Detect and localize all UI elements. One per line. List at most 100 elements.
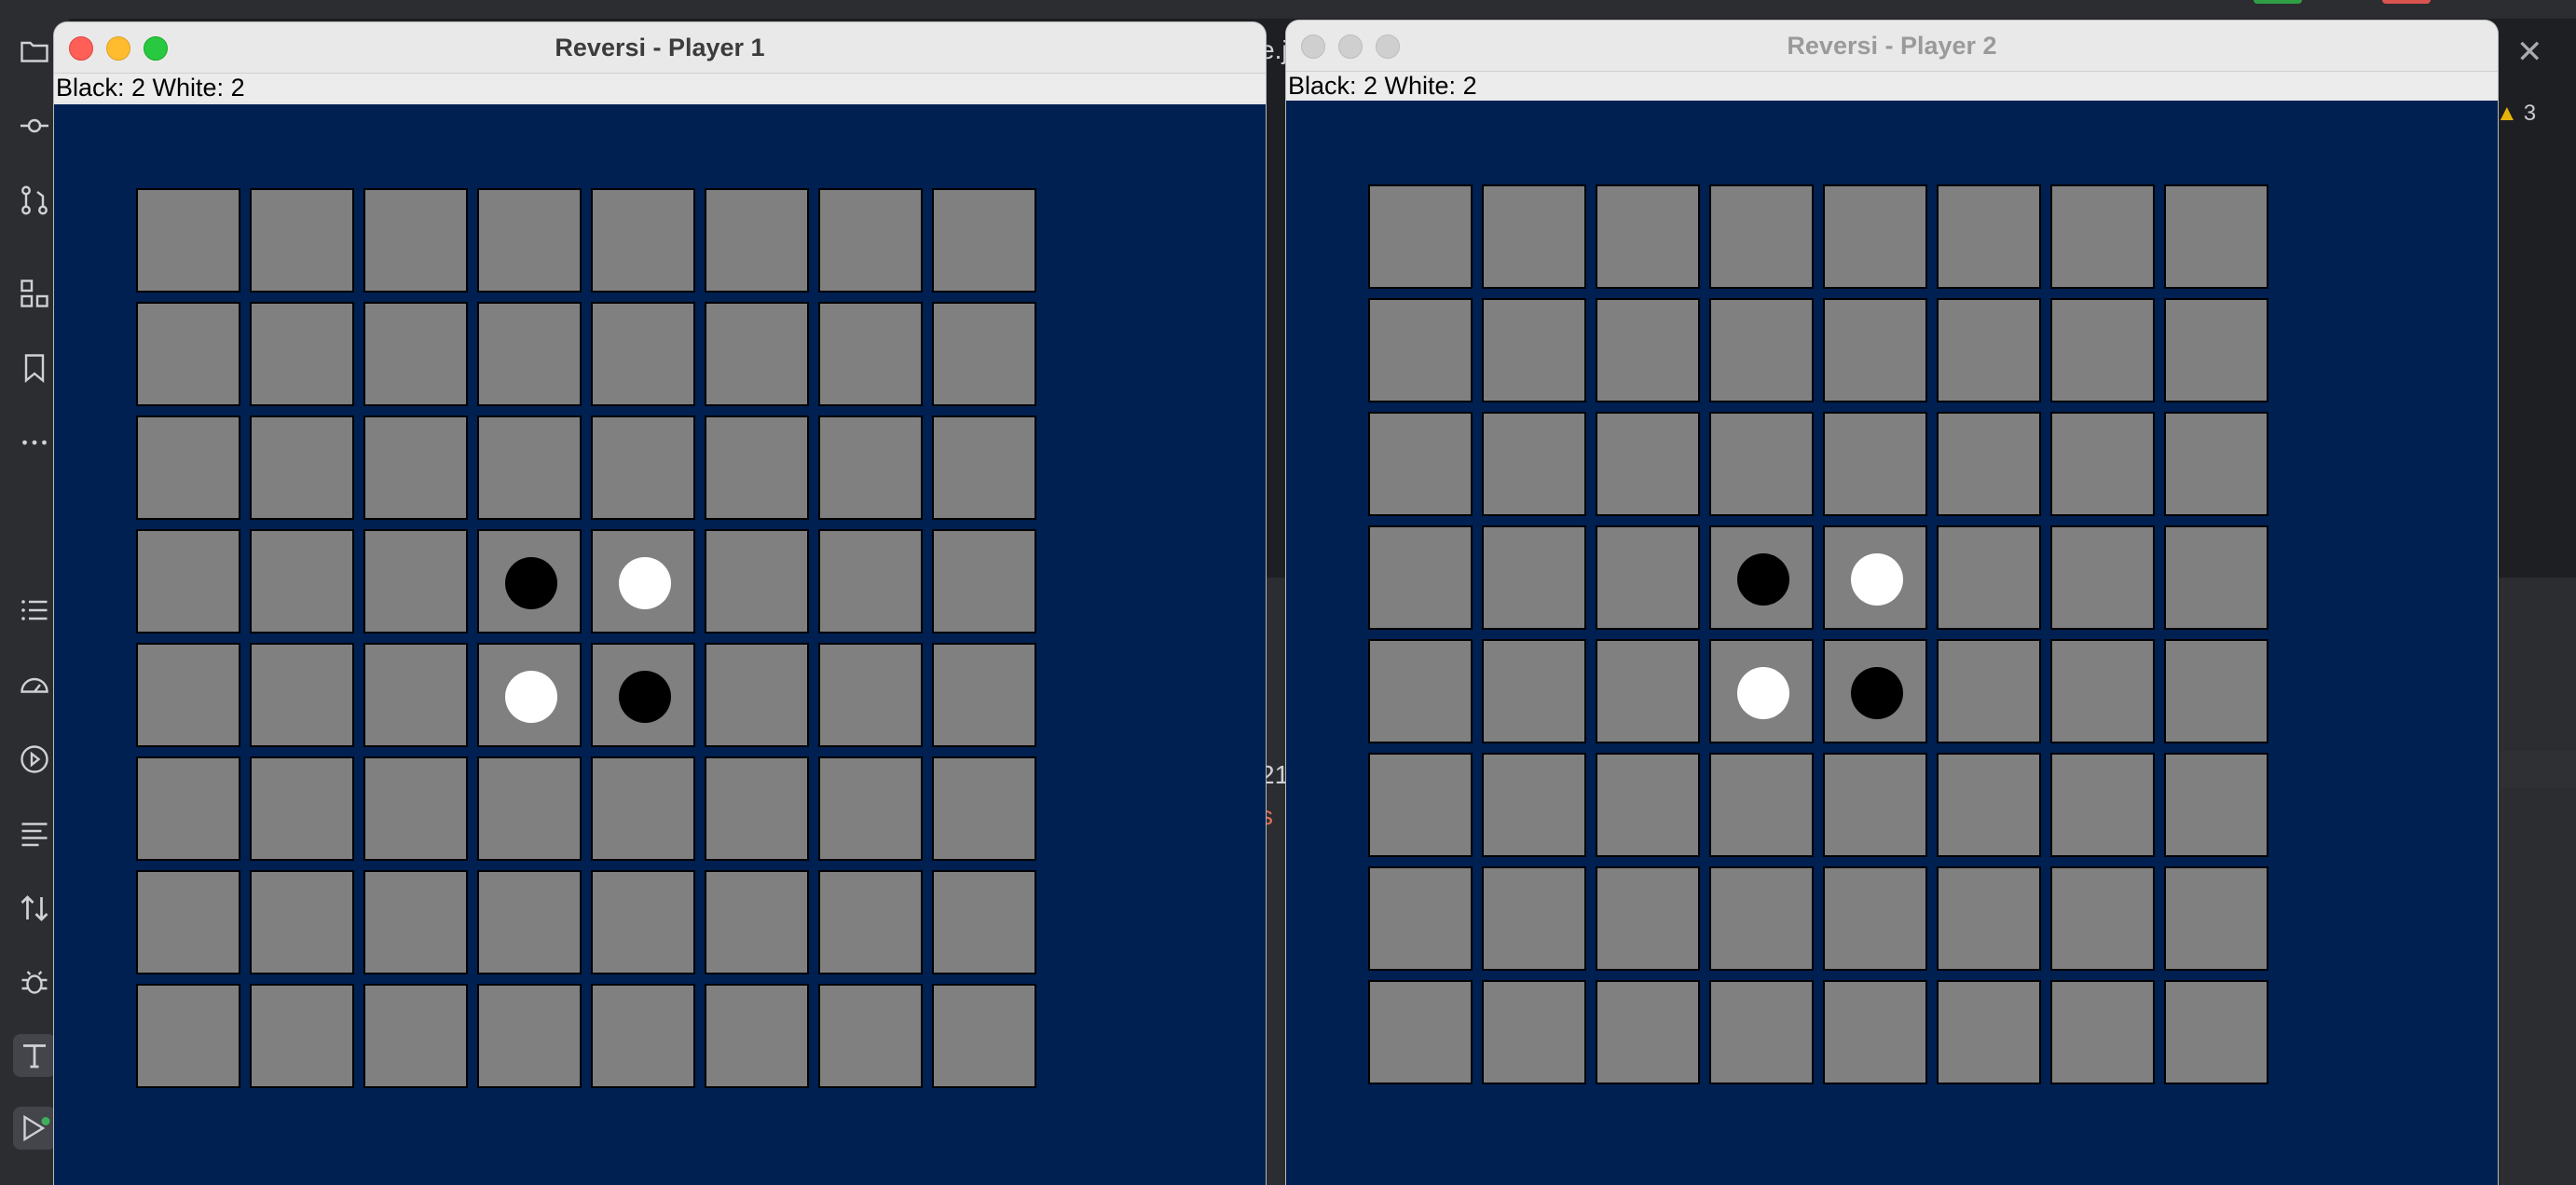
- board-cell-r6-c5[interactable]: [705, 870, 809, 974]
- profiler-tool-button[interactable]: [13, 663, 56, 706]
- board-cell-r0-c4[interactable]: [591, 188, 695, 293]
- board-cell-r6-c7[interactable]: [932, 870, 1036, 974]
- board-cell-r4-c5[interactable]: [1937, 639, 2041, 743]
- board-cell-r2-c3[interactable]: [477, 415, 582, 520]
- window-titlebar[interactable]: Reversi - Player 2: [1286, 20, 2498, 72]
- board-cell-r7-c4[interactable]: [591, 984, 695, 1088]
- project-tool-button[interactable]: [13, 30, 56, 73]
- board-cell-r3-c7[interactable]: [932, 529, 1036, 633]
- board-cell-r1-c0[interactable]: [136, 302, 240, 406]
- board-cell-r5-c5[interactable]: [1937, 753, 2041, 857]
- board-cell-r6-c0[interactable]: [1368, 866, 1473, 971]
- structure-tool-button[interactable]: [13, 272, 56, 315]
- board-cell-r1-c5[interactable]: [705, 302, 809, 406]
- board-cell-r7-c7[interactable]: [2164, 980, 2268, 1084]
- board-cell-r5-c5[interactable]: [705, 756, 809, 861]
- board-cell-r3-c2[interactable]: [363, 529, 468, 633]
- board-cell-r0-c2[interactable]: [363, 188, 468, 293]
- board-cell-r0-c5[interactable]: [1937, 184, 2041, 289]
- board-cell-r2-c7[interactable]: [932, 415, 1036, 520]
- board-cell-r7-c7[interactable]: [932, 984, 1036, 1088]
- board-cell-r7-c1[interactable]: [250, 984, 354, 1088]
- board-cell-r0-c3[interactable]: [477, 188, 582, 293]
- board-cell-r0-c1[interactable]: [250, 188, 354, 293]
- board-cell-r6-c0[interactable]: [136, 870, 240, 974]
- board-cell-r4-c1[interactable]: [1482, 639, 1586, 743]
- board-cell-r4-c3[interactable]: [1709, 639, 1814, 743]
- debug-tool-button[interactable]: [13, 961, 56, 1004]
- board-cell-r5-c7[interactable]: [932, 756, 1036, 861]
- board-cell-r0-c0[interactable]: [136, 188, 240, 293]
- board-cell-r4-c0[interactable]: [136, 643, 240, 747]
- board-cell-r2-c6[interactable]: [2050, 412, 2155, 516]
- board-cell-r3-c6[interactable]: [2050, 525, 2155, 630]
- board-cell-r1-c1[interactable]: [1482, 298, 1586, 402]
- board-cell-r7-c4[interactable]: [1823, 980, 1927, 1084]
- board-cell-r2-c0[interactable]: [136, 415, 240, 520]
- window-titlebar[interactable]: Reversi - Player 1: [54, 22, 1266, 74]
- board-cell-r5-c1[interactable]: [250, 756, 354, 861]
- board-cell-r0-c1[interactable]: [1482, 184, 1586, 289]
- board-cell-r2-c1[interactable]: [250, 415, 354, 520]
- board-cell-r6-c3[interactable]: [1709, 866, 1814, 971]
- board-cell-r7-c5[interactable]: [1937, 980, 2041, 1084]
- board-cell-r3-c3[interactable]: [1709, 525, 1814, 630]
- board-cell-r3-c5[interactable]: [705, 529, 809, 633]
- board-cell-r1-c3[interactable]: [1709, 298, 1814, 402]
- board-cell-r5-c0[interactable]: [1368, 753, 1473, 857]
- board-cell-r1-c6[interactable]: [2050, 298, 2155, 402]
- todo-tool-button[interactable]: [13, 589, 56, 632]
- board-cell-r2-c2[interactable]: [363, 415, 468, 520]
- run-tool-button[interactable]: [13, 1107, 56, 1150]
- board-cell-r6-c3[interactable]: [477, 870, 582, 974]
- board-cell-r6-c7[interactable]: [2164, 866, 2268, 971]
- board-cell-r7-c6[interactable]: [2050, 980, 2155, 1084]
- board-cell-r2-c1[interactable]: [1482, 412, 1586, 516]
- board-cell-r5-c6[interactable]: [818, 756, 923, 861]
- board-cell-r5-c0[interactable]: [136, 756, 240, 861]
- board-cell-r0-c2[interactable]: [1596, 184, 1700, 289]
- board-cell-r0-c7[interactable]: [2164, 184, 2268, 289]
- board-cell-r5-c4[interactable]: [591, 756, 695, 861]
- board-cell-r7-c1[interactable]: [1482, 980, 1586, 1084]
- terminal-tool-button[interactable]: [13, 1034, 56, 1077]
- board-cell-r6-c1[interactable]: [250, 870, 354, 974]
- board-cell-r4-c5[interactable]: [705, 643, 809, 747]
- board-cell-r2-c5[interactable]: [1937, 412, 2041, 516]
- pull-requests-tool-button[interactable]: [13, 179, 56, 222]
- board-cell-r3-c1[interactable]: [1482, 525, 1586, 630]
- board-cell-r7-c5[interactable]: [705, 984, 809, 1088]
- board-cell-r6-c6[interactable]: [2050, 866, 2155, 971]
- board-cell-r1-c1[interactable]: [250, 302, 354, 406]
- board-cell-r0-c6[interactable]: [2050, 184, 2155, 289]
- board-cell-r5-c2[interactable]: [363, 756, 468, 861]
- board-cell-r3-c3[interactable]: [477, 529, 582, 633]
- board-cell-r2-c2[interactable]: [1596, 412, 1700, 516]
- board-cell-r7-c3[interactable]: [477, 984, 582, 1088]
- board-cell-r4-c2[interactable]: [363, 643, 468, 747]
- board-cell-r1-c4[interactable]: [591, 302, 695, 406]
- reversi-window-player-1[interactable]: Reversi - Player 1 Black: 2 White: 2: [54, 22, 1266, 1185]
- board-cell-r0-c5[interactable]: [705, 188, 809, 293]
- bookmarks-tool-button[interactable]: [13, 347, 56, 389]
- board-cell-r4-c6[interactable]: [818, 643, 923, 747]
- board-cell-r0-c7[interactable]: [932, 188, 1036, 293]
- board-cell-r6-c1[interactable]: [1482, 866, 1586, 971]
- board-cell-r4-c3[interactable]: [477, 643, 582, 747]
- board-cell-r1-c3[interactable]: [477, 302, 582, 406]
- board-cell-r4-c6[interactable]: [2050, 639, 2155, 743]
- board-cell-r1-c0[interactable]: [1368, 298, 1473, 402]
- board-cell-r5-c3[interactable]: [1709, 753, 1814, 857]
- board-cell-r0-c6[interactable]: [818, 188, 923, 293]
- board-cell-r5-c1[interactable]: [1482, 753, 1586, 857]
- board-cell-r5-c2[interactable]: [1596, 753, 1700, 857]
- board-cell-r1-c2[interactable]: [363, 302, 468, 406]
- board-cell-r3-c4[interactable]: [1823, 525, 1927, 630]
- board-cell-r2-c4[interactable]: [591, 415, 695, 520]
- board-cell-r2-c7[interactable]: [2164, 412, 2268, 516]
- board-cell-r4-c4[interactable]: [1823, 639, 1927, 743]
- board-cell-r3-c7[interactable]: [2164, 525, 2268, 630]
- board-cell-r7-c3[interactable]: [1709, 980, 1814, 1084]
- commit-tool-button[interactable]: [13, 104, 56, 147]
- board-cell-r4-c7[interactable]: [2164, 639, 2268, 743]
